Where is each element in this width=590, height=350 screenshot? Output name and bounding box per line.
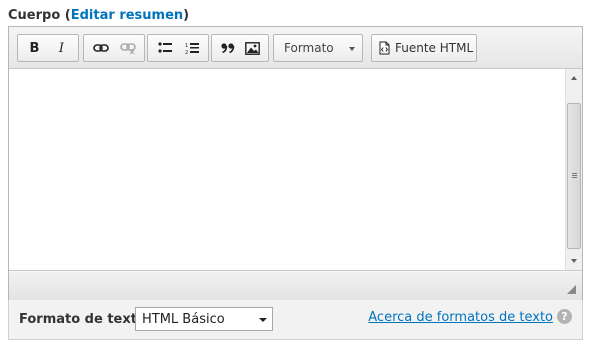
toolbar-group-lists: 1 2	[147, 34, 209, 62]
grip-icon	[572, 173, 577, 178]
chevron-down-icon	[349, 47, 355, 51]
field-label-text: Cuerpo	[8, 8, 61, 23]
bulleted-list-button[interactable]	[151, 37, 178, 59]
image-icon	[245, 41, 260, 55]
source-html-button[interactable]: Fuente HTML	[371, 34, 477, 62]
svg-text:2: 2	[185, 50, 188, 55]
bold-icon: B	[29, 40, 40, 56]
field-label: Cuerpo (Editar resumen)	[8, 8, 189, 23]
text-format-select[interactable]: HTML Básico	[135, 307, 273, 331]
editor-content-area[interactable]	[9, 69, 582, 271]
toolbar-group-basic: B I	[17, 34, 79, 62]
blockquote-button[interactable]	[215, 37, 240, 59]
text-format-selected: HTML Básico	[142, 311, 225, 327]
image-button[interactable]	[240, 37, 265, 59]
numbered-list-button[interactable]: 1 2	[178, 37, 205, 59]
scroll-down-arrow-icon[interactable]	[571, 259, 577, 263]
svg-text:1: 1	[185, 43, 188, 49]
blockquote-icon	[220, 43, 234, 53]
bulleted-list-icon	[157, 42, 172, 53]
scroll-thumb[interactable]	[567, 103, 581, 249]
editor-resize-bar	[9, 272, 582, 300]
vertical-scrollbar[interactable]	[565, 69, 582, 270]
format-dropdown[interactable]: Formato	[273, 34, 363, 62]
bold-button[interactable]: B	[21, 37, 48, 59]
help-icon[interactable]: ?	[557, 309, 572, 324]
toolbar-group-links	[83, 34, 145, 62]
rich-text-editor: B I 1 2 Formato Fuente HTML	[8, 26, 583, 300]
source-html-label: Fuente HTML	[395, 41, 474, 55]
editor-toolbar: B I 1 2 Formato Fuente HTML	[9, 27, 582, 69]
format-dropdown-label: Formato	[284, 41, 334, 55]
resize-handle-icon[interactable]	[567, 285, 576, 294]
italic-icon: I	[58, 40, 65, 56]
source-icon	[379, 41, 390, 55]
unlink-button[interactable]	[114, 37, 141, 59]
numbered-list-icon: 1 2	[185, 42, 199, 55]
unlink-icon	[119, 43, 136, 54]
text-format-bar: Formato de texto HTML Básico Acerca de f…	[8, 300, 583, 340]
link-button[interactable]	[87, 37, 114, 59]
scroll-up-arrow-icon[interactable]	[571, 76, 577, 80]
edit-summary-link[interactable]: Editar resumen	[71, 8, 183, 23]
italic-button[interactable]: I	[48, 37, 75, 59]
link-icon	[92, 44, 109, 52]
close-paren: )	[183, 8, 190, 23]
chevron-down-icon	[259, 318, 267, 322]
text-format-label: Formato de texto	[19, 312, 146, 327]
about-text-formats-link[interactable]: Acerca de formatos de texto	[368, 310, 553, 325]
toolbar-group-media	[211, 34, 269, 62]
